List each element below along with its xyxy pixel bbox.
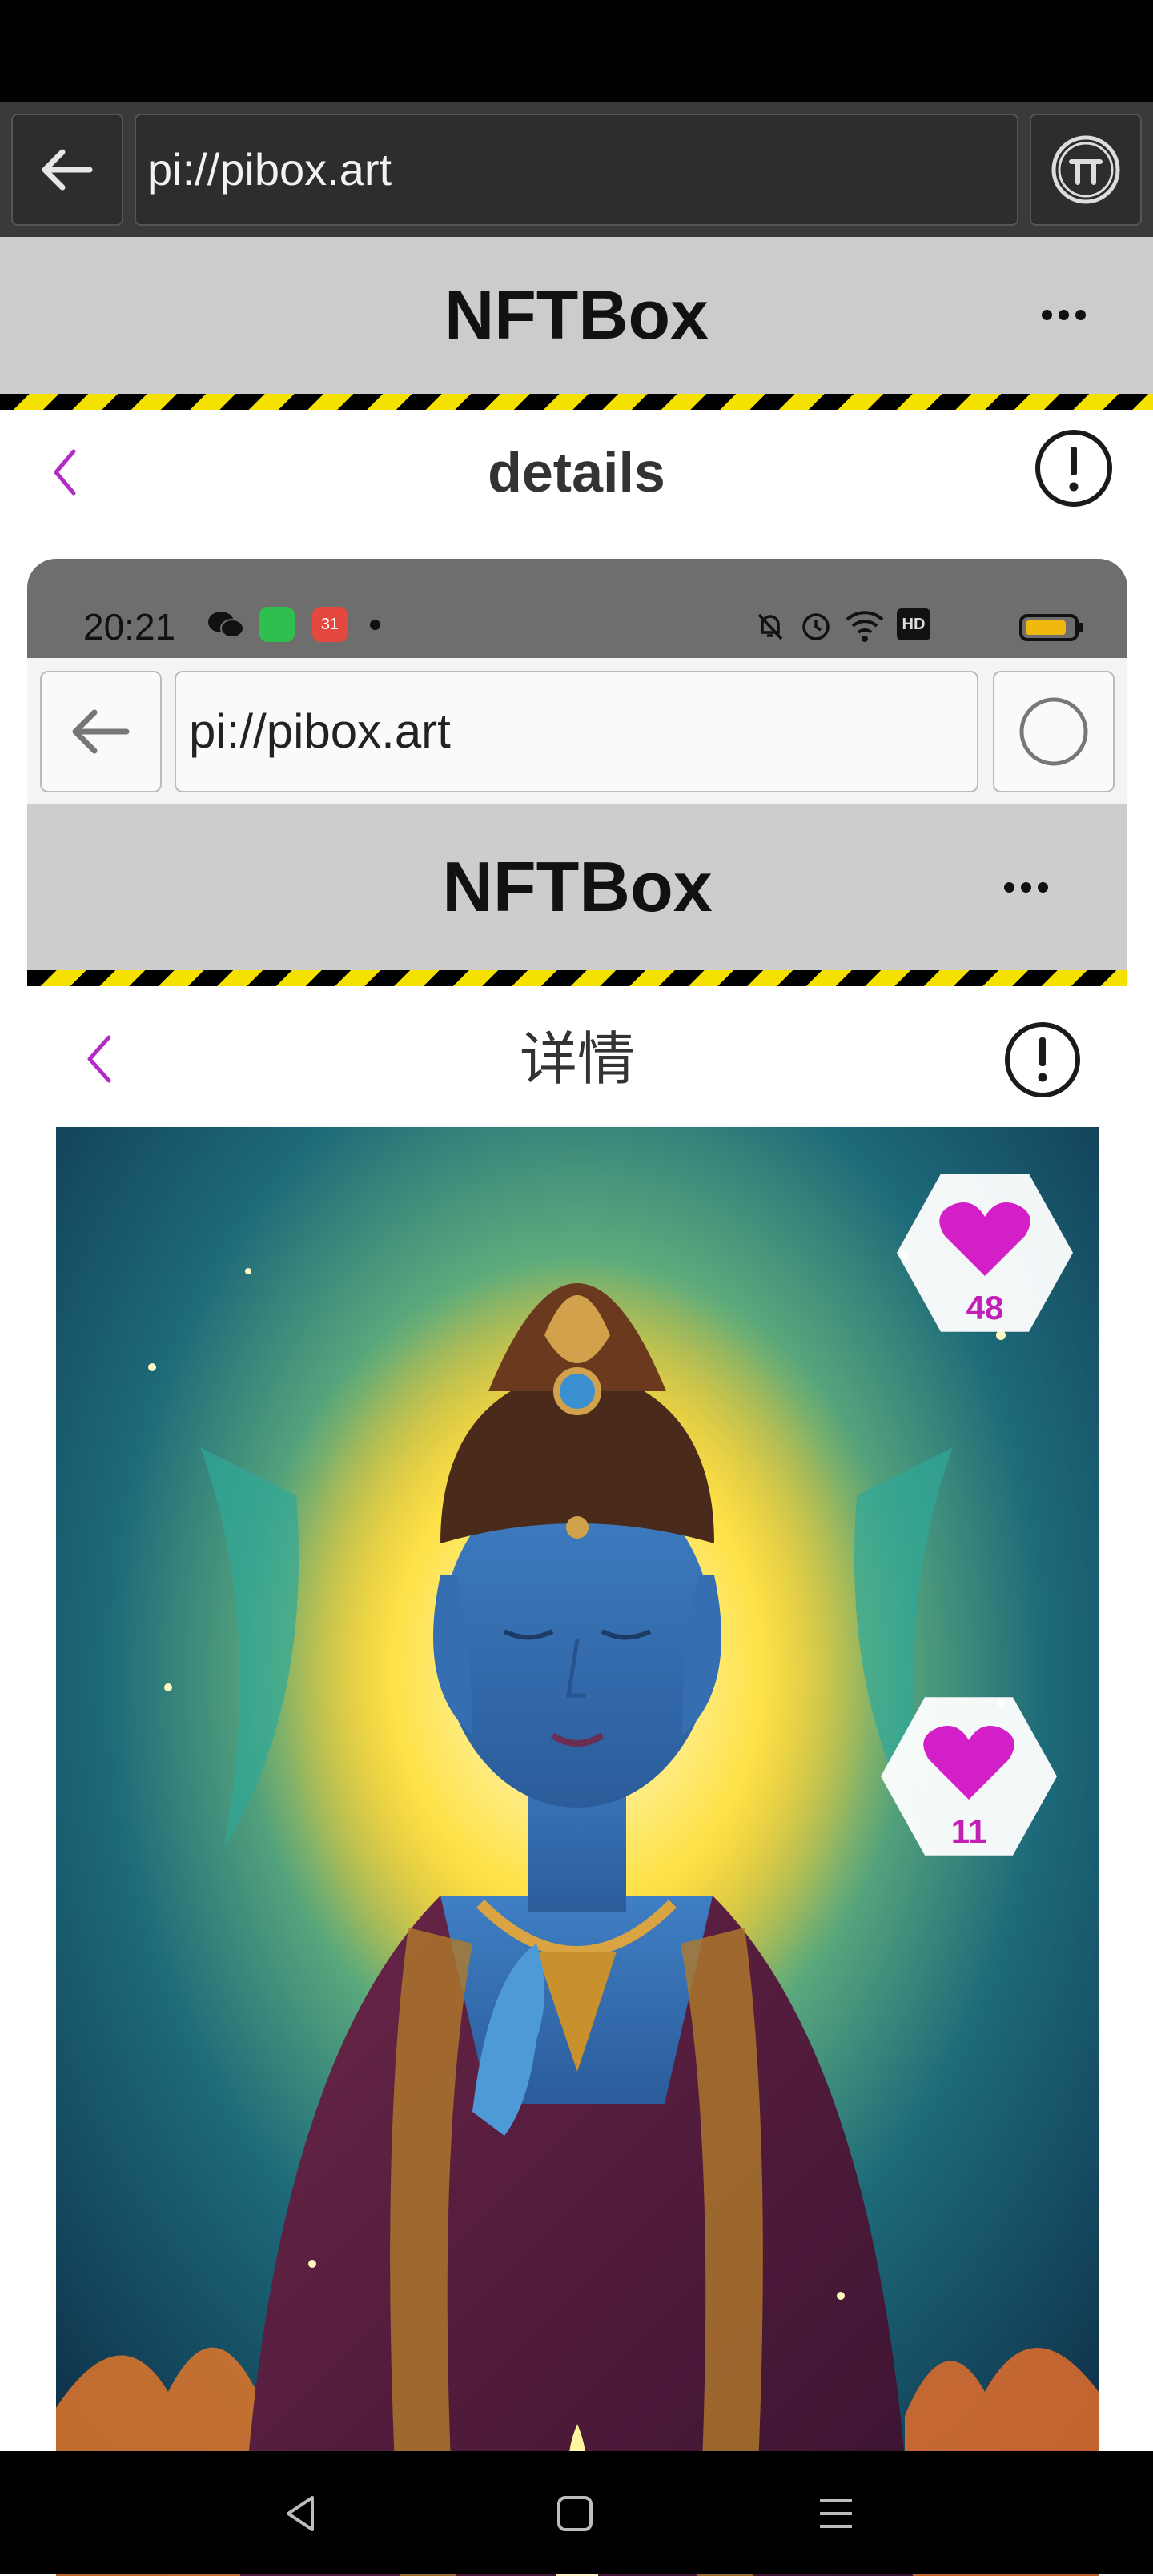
alarm-icon: [802, 613, 830, 640]
nav-home-icon[interactable]: [552, 2491, 597, 2536]
wechat-icon: [208, 612, 244, 638]
pi-browser-button[interactable]: [1030, 114, 1142, 226]
heart-icon: [923, 1726, 1014, 1800]
arrow-left-icon: [42, 149, 93, 191]
app-icon-green: [259, 607, 295, 642]
more-menu-button[interactable]: [1042, 310, 1086, 320]
status-bar: [0, 0, 1153, 102]
inner-browser-toolbar: pi://pibox.art: [27, 658, 1127, 804]
url-text: pi://pibox.art: [147, 144, 392, 195]
inner-app-title: NFTBox: [442, 847, 713, 926]
inner-page-title: 详情: [519, 1025, 635, 1093]
arrow-left-icon: [72, 709, 130, 754]
inner-time: 20:21: [83, 606, 176, 648]
inner-pi-button: [993, 671, 1115, 792]
system-navigation-bar: [0, 2451, 1153, 2574]
inner-url-field: pi://pibox.art: [175, 671, 978, 792]
app-header: NFTBox: [0, 237, 1153, 394]
inner-app-header: NFTBox: [27, 804, 1127, 970]
hazard-stripe-divider: [0, 394, 1153, 410]
inner-status-bar: 20:21 31 HD: [27, 559, 1127, 658]
battery-icon: [1019, 614, 1083, 641]
browser-back-button[interactable]: [11, 114, 123, 226]
app-title: NFTBox: [444, 277, 709, 354]
nav-back-icon[interactable]: [280, 2491, 325, 2536]
inner-url-text: pi://pibox.art: [189, 704, 451, 758]
hd-icon: HD: [897, 608, 930, 640]
wifi-icon: [846, 611, 884, 642]
nav-menu-icon[interactable]: [814, 2491, 858, 2536]
pi-logo-icon: [1019, 697, 1088, 766]
inner-info-icon: [1005, 1022, 1080, 1097]
inner-back-button: [40, 671, 162, 792]
inner-more-menu: [1004, 882, 1048, 893]
heart-icon: [939, 1202, 1030, 1276]
embedded-screenshot: 20:21 31 HD pi://pibox.art NFTBox 详情 48 …: [27, 559, 1127, 2576]
calendar-icon: 31: [312, 607, 348, 642]
info-icon[interactable]: [1033, 427, 1115, 509]
page-title: details: [488, 441, 665, 504]
mute-bell-icon: [757, 613, 783, 640]
inner-hazard-stripe: [27, 970, 1127, 986]
url-field[interactable]: pi://pibox.art: [135, 114, 1018, 226]
pi-logo-icon: [1051, 135, 1120, 204]
more-notifications-dot: [370, 620, 380, 630]
